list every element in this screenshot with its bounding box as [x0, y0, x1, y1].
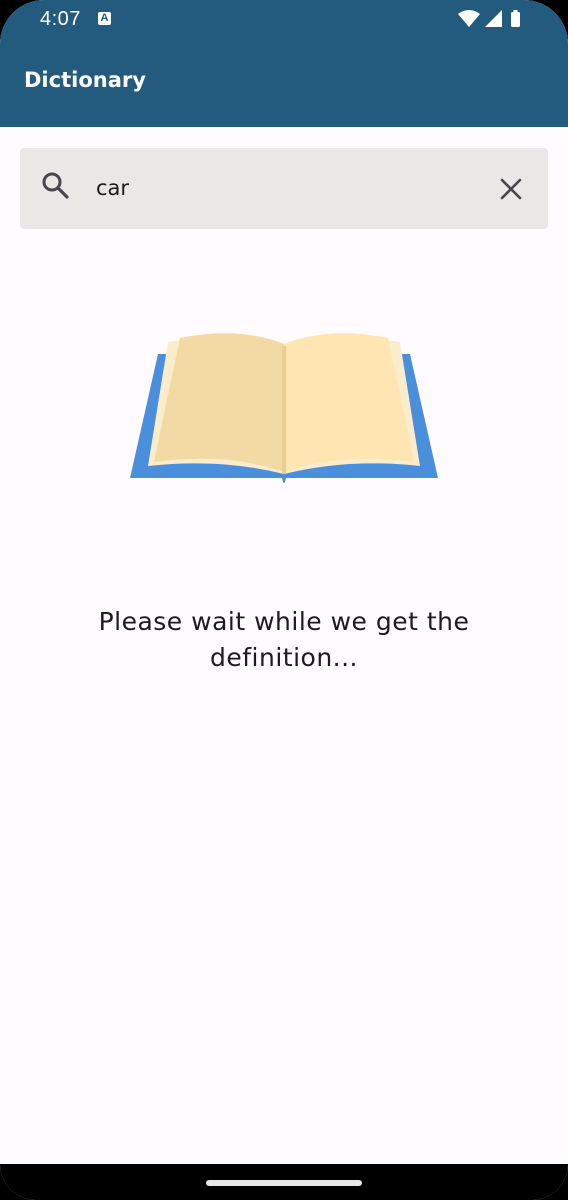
navigation-bar [0, 1164, 568, 1200]
open-book-icon [130, 333, 438, 483]
status-bar: 4:07 A [0, 0, 568, 40]
status-icons [458, 10, 520, 27]
cell-signal-icon [485, 10, 502, 27]
search-icon[interactable] [40, 170, 70, 200]
loading-message: Please wait while we get the definition.… [98, 607, 470, 672]
close-icon[interactable] [492, 170, 530, 208]
app-bar: Dictionary [0, 40, 568, 127]
phone-screen: 4:07 A Dictionary car Please wait while … [0, 0, 568, 1200]
notification-icon-letter: A [100, 12, 109, 24]
app-title: Dictionary [24, 68, 146, 92]
search-bar[interactable] [20, 148, 548, 229]
home-indicator[interactable] [206, 1180, 362, 1186]
accessibility-notification-icon: A [98, 12, 111, 25]
battery-icon [511, 10, 520, 27]
search-input[interactable] [96, 168, 476, 208]
wifi-icon [458, 10, 480, 27]
status-time: 4:07 [40, 8, 81, 30]
